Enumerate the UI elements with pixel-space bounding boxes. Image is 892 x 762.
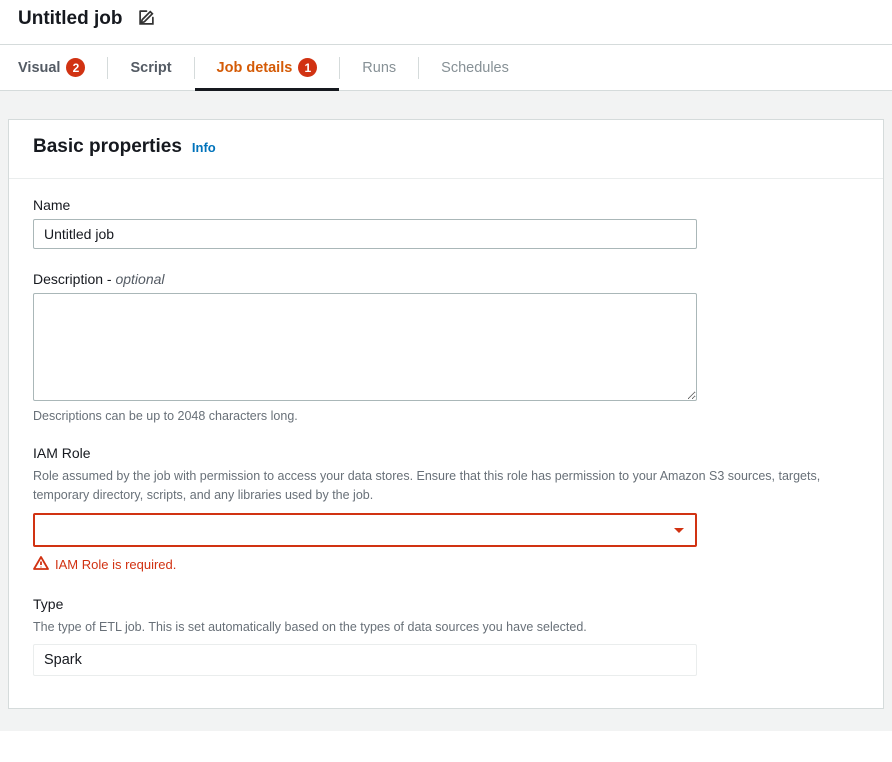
field-description: Description - optional Descriptions can … <box>33 271 859 423</box>
type-label: Type <box>33 596 859 612</box>
panel-title: Basic properties <box>33 136 182 158</box>
tab-label: Runs <box>362 60 396 76</box>
panel-body: Name Description - optional Descriptions… <box>9 179 883 708</box>
name-label: Name <box>33 197 859 213</box>
tab-label: Visual <box>18 60 60 76</box>
iam-role-error: IAM Role is required. <box>33 555 859 574</box>
tab-badge: 2 <box>66 58 85 77</box>
info-link[interactable]: Info <box>192 140 216 155</box>
tab-label: Job details <box>217 60 293 76</box>
basic-properties-panel: Basic properties Info Name Description -… <box>8 119 884 709</box>
description-hint: Descriptions can be up to 2048 character… <box>33 409 859 423</box>
page-title: Untitled job <box>18 8 122 30</box>
type-input <box>33 644 697 676</box>
edit-icon <box>138 9 155 29</box>
name-input[interactable] <box>33 219 697 249</box>
caret-down-icon <box>673 522 685 538</box>
tab-label: Schedules <box>441 60 509 76</box>
tab-label: Script <box>130 60 171 76</box>
iam-role-description: Role assumed by the job with permission … <box>33 467 859 506</box>
panel-header: Basic properties Info <box>9 120 883 179</box>
tab-schedules: Schedules <box>419 47 531 89</box>
error-text: IAM Role is required. <box>55 557 176 572</box>
field-name: Name <box>33 197 859 249</box>
iam-role-label: IAM Role <box>33 445 859 461</box>
tab-job-details[interactable]: Job details 1 <box>195 45 340 90</box>
tabs-bar: Visual 2 Script Job details 1 Runs Sched… <box>0 44 892 91</box>
iam-role-select[interactable] <box>33 513 697 547</box>
page-header: Untitled job <box>0 0 892 44</box>
field-iam-role: IAM Role Role assumed by the job with pe… <box>33 445 859 574</box>
content-area: Basic properties Info Name Description -… <box>0 91 892 731</box>
edit-title-button[interactable] <box>138 9 155 29</box>
type-description: The type of ETL job. This is set automat… <box>33 618 859 637</box>
warning-icon <box>33 555 49 574</box>
iam-role-select-wrapper <box>33 513 697 547</box>
description-label: Description - optional <box>33 271 859 287</box>
tab-visual[interactable]: Visual 2 <box>0 45 107 90</box>
tab-script[interactable]: Script <box>108 47 193 89</box>
tab-runs: Runs <box>340 47 418 89</box>
description-input[interactable] <box>33 293 697 401</box>
tab-badge: 1 <box>298 58 317 77</box>
field-type: Type The type of ETL job. This is set au… <box>33 596 859 676</box>
